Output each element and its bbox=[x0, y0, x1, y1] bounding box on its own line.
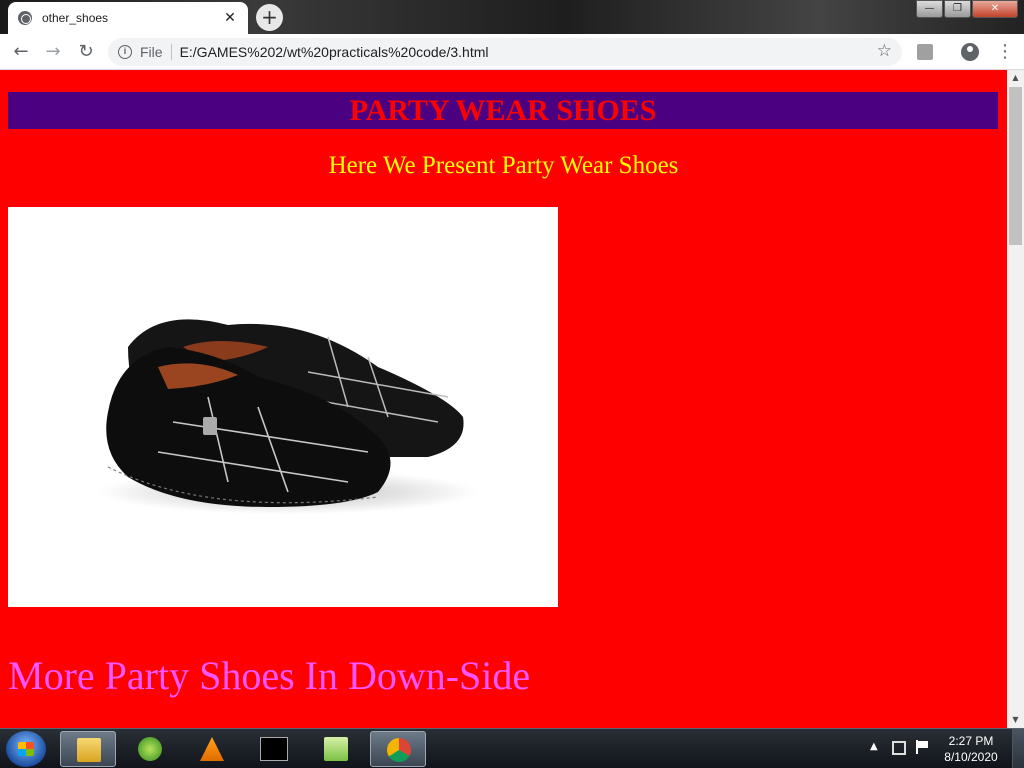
new-tab-button[interactable]: + bbox=[256, 4, 283, 31]
back-icon[interactable]: ← bbox=[9, 40, 33, 64]
tab-close-icon[interactable]: ✕ bbox=[222, 10, 238, 26]
more-shoes-heading: More Party Shoes In Down-Side bbox=[8, 653, 531, 698]
windows-media-center-icon[interactable] bbox=[122, 731, 178, 767]
clock-date: 8/10/2020 bbox=[944, 750, 998, 764]
windows-taskbar: ▲ 2:27 PM 8/10/2020 bbox=[0, 728, 1024, 768]
globe-icon bbox=[18, 11, 32, 25]
tab-title: other_shoes bbox=[42, 11, 109, 25]
maximize-button[interactable]: ❐ bbox=[944, 0, 971, 18]
file-explorer-icon[interactable] bbox=[60, 731, 116, 767]
minimize-button[interactable]: — bbox=[916, 0, 943, 18]
pdf-extension-icon[interactable] bbox=[917, 44, 933, 60]
show-desktop-button[interactable] bbox=[1012, 729, 1024, 768]
scroll-thumb[interactable] bbox=[1009, 87, 1022, 245]
action-center-flag-icon[interactable] bbox=[916, 740, 930, 754]
clock-time: 2:27 PM bbox=[948, 734, 994, 748]
notepad-plus-plus-icon[interactable] bbox=[308, 731, 364, 767]
browser-tab[interactable]: other_shoes ✕ bbox=[8, 2, 248, 34]
scroll-up-icon[interactable]: ▲ bbox=[1007, 70, 1024, 86]
menu-dots-icon[interactable]: ⋮ bbox=[996, 40, 1014, 64]
account-icon[interactable] bbox=[961, 43, 979, 61]
close-window-button[interactable]: ✕ bbox=[972, 0, 1018, 18]
heading-banner: PARTY WEAR SHOES bbox=[8, 92, 998, 129]
info-icon[interactable]: i bbox=[118, 45, 132, 59]
browser-titlebar: other_shoes ✕ + — ❐ ✕ bbox=[0, 0, 1024, 34]
chrome-icon[interactable] bbox=[370, 731, 426, 767]
url-scheme: File bbox=[140, 44, 163, 60]
command-prompt-icon[interactable] bbox=[246, 731, 302, 767]
network-icon[interactable] bbox=[892, 741, 906, 755]
show-hidden-icons-icon[interactable]: ▲ bbox=[870, 741, 878, 752]
divider bbox=[170, 44, 172, 60]
windows-logo-icon bbox=[18, 742, 34, 756]
bookmark-star-icon[interactable]: ☆ bbox=[877, 41, 892, 61]
vlc-icon[interactable] bbox=[184, 731, 240, 767]
reload-icon[interactable]: ↻ bbox=[74, 40, 98, 64]
scroll-down-icon[interactable]: ▼ bbox=[1007, 712, 1024, 728]
page-heading: PARTY WEAR SHOES bbox=[349, 94, 657, 127]
address-bar[interactable]: i File E:/GAMES%202/wt%20practicals%20co… bbox=[108, 38, 902, 66]
vertical-scrollbar[interactable]: ▲ ▼ bbox=[1007, 70, 1024, 728]
forward-icon[interactable]: → bbox=[41, 40, 65, 64]
page-viewport: PARTY WEAR SHOES Here We Present Party W… bbox=[0, 70, 1007, 728]
url-text[interactable]: E:/GAMES%202/wt%20practicals%20code/3.ht… bbox=[180, 44, 489, 60]
window-controls: — ❐ ✕ bbox=[915, 0, 1018, 18]
shoe-illustration bbox=[98, 319, 478, 514]
system-clock[interactable]: 2:27 PM 8/10/2020 bbox=[938, 733, 1004, 765]
loafer-shoes-image bbox=[8, 207, 558, 607]
page-subtitle: Here We Present Party Wear Shoes bbox=[328, 152, 679, 179]
browser-toolbar: ← → ↻ i File E:/GAMES%202/wt%20practical… bbox=[0, 34, 1024, 70]
start-button[interactable] bbox=[6, 731, 46, 767]
